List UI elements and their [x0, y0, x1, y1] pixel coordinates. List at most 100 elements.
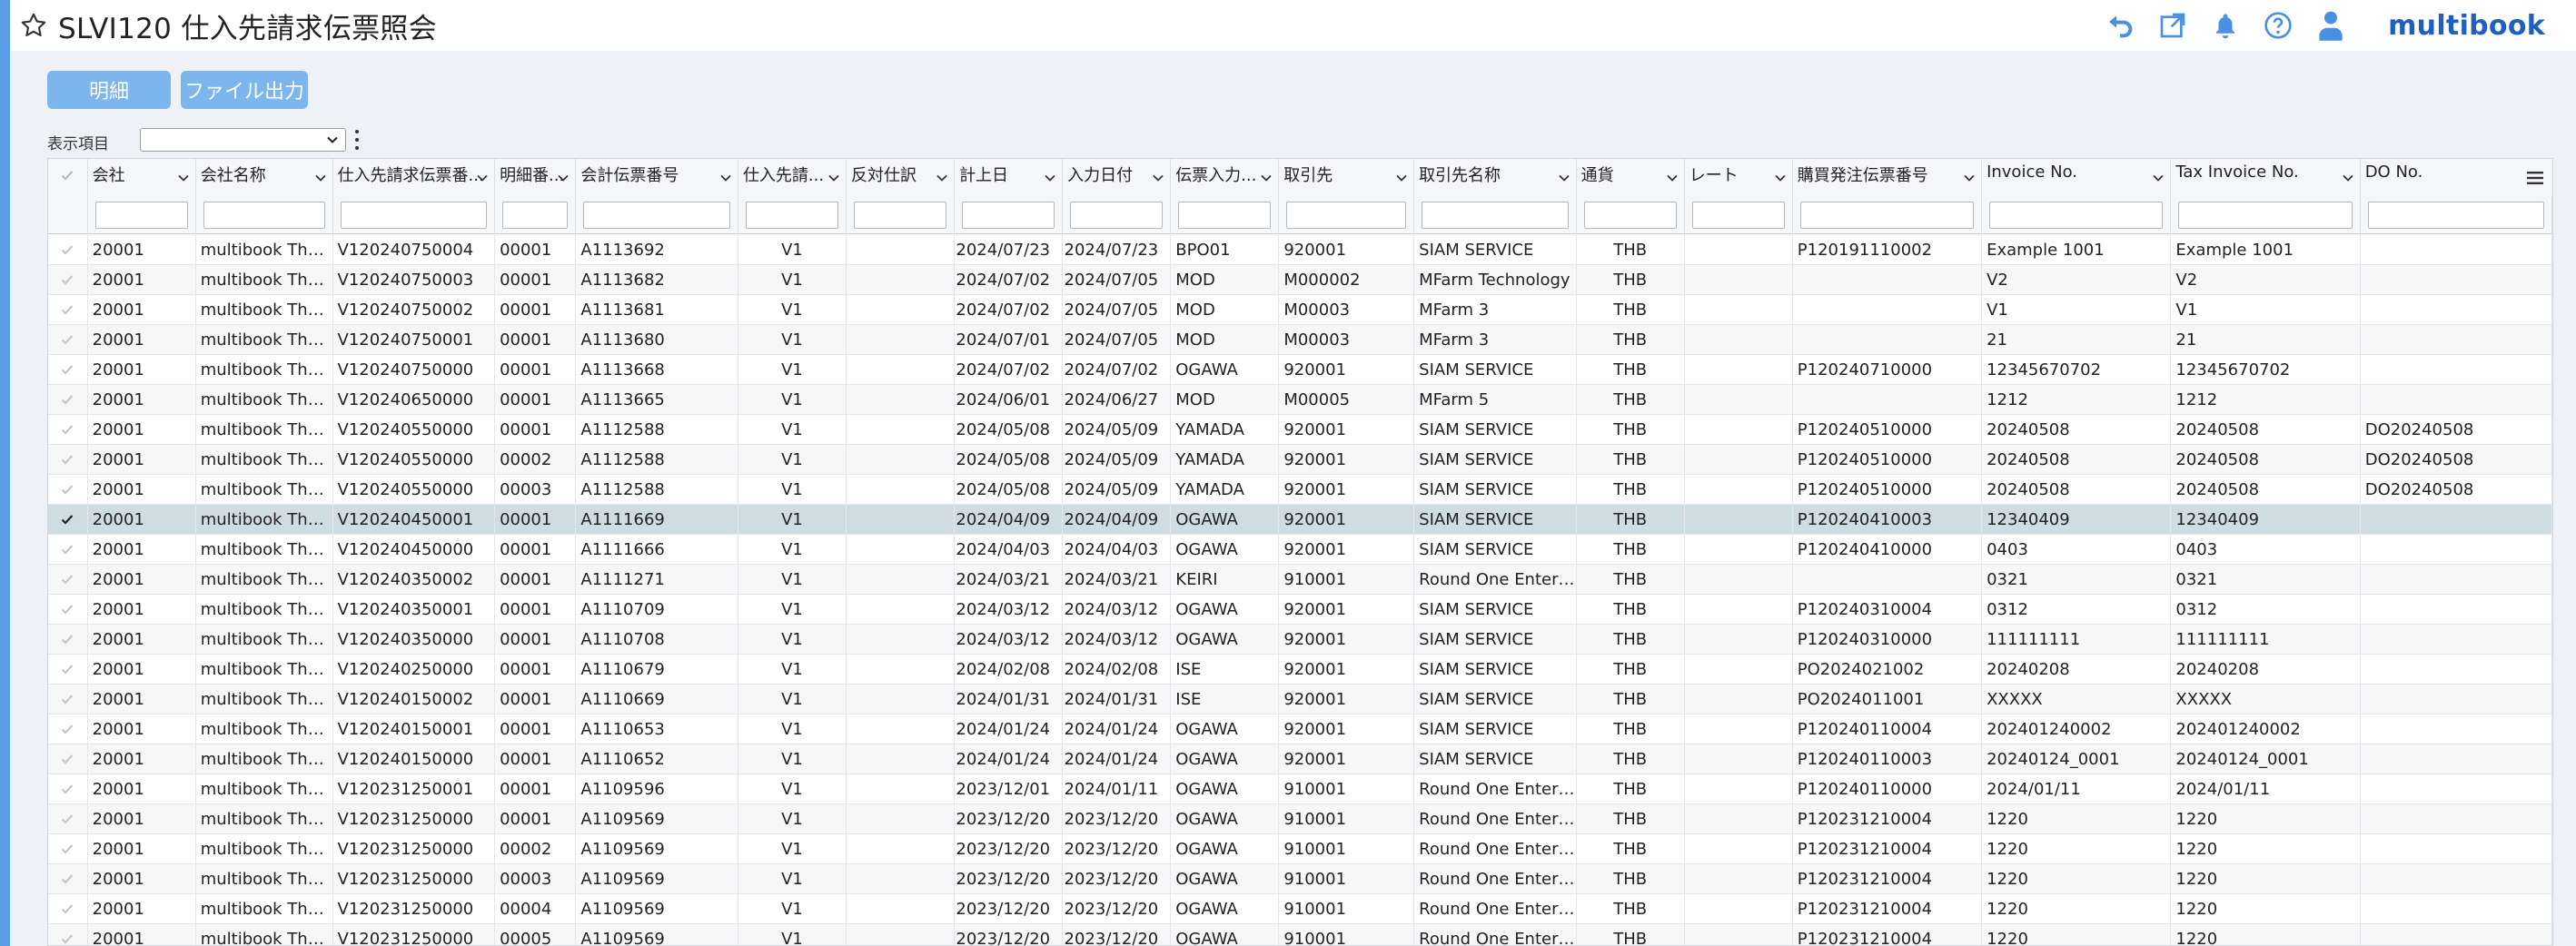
sort-chevron-icon[interactable] [1395, 170, 1408, 189]
filter-input-supplier_cat[interactable] [745, 202, 838, 229]
sort-chevron-icon[interactable] [177, 170, 190, 189]
table-row[interactable]: 20001 multibook Tha... V120240350002 00001 A… [48, 565, 2552, 595]
row-check-icon[interactable] [48, 355, 88, 384]
sort-chevron-icon[interactable] [2342, 170, 2354, 189]
row-check-icon[interactable] [48, 595, 88, 624]
table-row[interactable]: 20001 multibook Tha... V120240750003 00001 A… [48, 265, 2552, 295]
sort-chevron-icon[interactable] [1044, 170, 1056, 189]
column-header-inv[interactable]: Invoice No. [1982, 159, 2172, 196]
row-check-icon[interactable] [48, 475, 88, 504]
table-row[interactable]: 20001 multibook Tha... V120240450000 00001 A… [48, 535, 2552, 565]
filter-input-po_no[interactable] [1799, 202, 1974, 229]
row-check-icon[interactable] [48, 864, 88, 893]
table-row[interactable]: 20001 multibook Tha... V120240750000 00001 A… [48, 355, 2552, 385]
column-header-reverse[interactable]: 反対仕訳 [847, 159, 956, 196]
sort-chevron-icon[interactable] [1666, 170, 1679, 189]
column-header-partner[interactable]: 取引先 [1279, 159, 1415, 196]
row-check-icon[interactable] [48, 235, 88, 264]
table-row[interactable]: 20001 multibook Tha... V120240150002 00001 A… [48, 685, 2552, 714]
row-check-icon[interactable] [48, 505, 88, 534]
display-items-select[interactable] [140, 128, 346, 152]
column-header-line_no[interactable]: 明細番... [495, 159, 577, 196]
sort-chevron-icon[interactable] [936, 170, 948, 189]
row-check-icon[interactable] [48, 535, 88, 564]
column-header-entered_by[interactable]: 伝票入力... [1171, 159, 1280, 196]
sort-chevron-icon[interactable] [557, 170, 570, 189]
column-header-company_name[interactable]: 会社名称 [196, 159, 333, 196]
column-header-input_date[interactable]: 入力日付 [1063, 159, 1172, 196]
row-check-icon[interactable] [48, 385, 88, 414]
column-header-company[interactable]: 会社 [88, 159, 196, 196]
filter-input-line_no[interactable] [502, 202, 569, 229]
sort-chevron-icon[interactable] [2152, 170, 2165, 189]
column-header-currency[interactable]: 通貨 [1577, 159, 1685, 196]
column-header-chk[interactable] [48, 159, 88, 196]
row-check-icon[interactable] [48, 415, 88, 444]
back-icon[interactable] [2105, 10, 2135, 41]
row-check-icon[interactable] [48, 565, 88, 594]
table-row[interactable]: 20001 multibook Tha... V120240350000 00001 A… [48, 625, 2552, 655]
sort-chevron-icon[interactable] [827, 170, 840, 189]
sort-chevron-icon[interactable] [1152, 170, 1164, 189]
column-header-tax_inv[interactable]: Tax Invoice No. [2171, 159, 2361, 196]
sort-chevron-icon[interactable] [1558, 170, 1570, 189]
column-header-partner_name[interactable]: 取引先名称 [1414, 159, 1577, 196]
filter-input-partner[interactable] [1286, 202, 1406, 229]
row-check-icon[interactable] [48, 625, 88, 654]
column-header-supplier_cat[interactable]: 仕入先請... [738, 159, 847, 196]
table-row[interactable]: 20001 multibook Tha... V120231250001 00001 A… [48, 774, 2552, 804]
select-all-check-icon[interactable] [60, 168, 74, 187]
filter-input-company[interactable] [94, 202, 188, 229]
table-row[interactable]: 20001 multibook Tha... V120240350001 00001 A… [48, 595, 2552, 625]
filter-input-post_date[interactable] [962, 202, 1055, 229]
column-header-acct_no[interactable]: 会計伝票番号 [576, 159, 738, 196]
column-header-rate[interactable]: レート [1685, 159, 1793, 196]
table-row[interactable]: 20001 multibook Tha... V120231250000 00003 A… [48, 864, 2552, 894]
sort-chevron-icon[interactable] [1774, 170, 1787, 189]
row-check-icon[interactable] [48, 834, 88, 863]
filter-input-input_date[interactable] [1070, 202, 1164, 229]
filter-input-rate[interactable] [1691, 202, 1785, 229]
table-row[interactable]: 20001 multibook Tha... V120231250000 00001 A… [48, 804, 2552, 834]
filter-input-acct_no[interactable] [583, 202, 730, 229]
row-check-icon[interactable] [48, 445, 88, 474]
filter-input-do_no[interactable] [2367, 202, 2544, 229]
more-options-icon[interactable] [352, 128, 362, 152]
file-export-button[interactable]: ファイル出力 [181, 71, 308, 109]
sort-chevron-icon[interactable] [314, 170, 327, 189]
row-check-icon[interactable] [48, 894, 88, 923]
sort-chevron-icon[interactable] [476, 170, 489, 189]
open-external-icon[interactable] [2157, 10, 2188, 41]
row-check-icon[interactable] [48, 744, 88, 774]
table-row[interactable]: 20001 multibook Tha... V120240550000 00002 A… [48, 445, 2552, 475]
column-header-invoice_no[interactable]: 仕入先請求伝票番... [333, 159, 496, 196]
table-row[interactable]: 20001 multibook Tha... V120240550000 00001 A… [48, 415, 2552, 445]
filter-input-invoice_no[interactable] [340, 202, 488, 229]
table-row[interactable]: 20001 multibook Tha... V120231250000 00004 A… [48, 894, 2552, 924]
sort-chevron-icon[interactable] [1963, 170, 1976, 189]
filter-input-reverse[interactable] [854, 202, 947, 229]
filter-input-currency[interactable] [1583, 202, 1677, 229]
row-check-icon[interactable] [48, 685, 88, 714]
row-check-icon[interactable] [48, 804, 88, 833]
table-row[interactable]: 20001 multibook Tha... V120231250000 00002 A… [48, 834, 2552, 864]
help-icon[interactable] [2263, 10, 2294, 41]
table-row[interactable]: 20001 multibook Tha... V120240750004 00001 A… [48, 235, 2552, 265]
table-row[interactable]: 20001 multibook Tha... V120231250000 00005 A… [48, 924, 2552, 945]
table-row[interactable]: 20001 multibook Tha... V120240250000 00001 A… [48, 655, 2552, 685]
row-check-icon[interactable] [48, 774, 88, 803]
favorite-star-icon[interactable] [16, 8, 51, 43]
row-check-icon[interactable] [48, 295, 88, 324]
row-check-icon[interactable] [48, 714, 88, 744]
row-check-icon[interactable] [48, 924, 88, 945]
row-check-icon[interactable] [48, 655, 88, 684]
filter-input-tax_inv[interactable] [2178, 202, 2353, 229]
filter-input-inv[interactable] [1989, 202, 2164, 229]
detail-button[interactable]: 明細 [47, 71, 171, 109]
filter-input-company_name[interactable] [203, 202, 325, 229]
bell-icon[interactable] [2210, 10, 2241, 41]
sort-chevron-icon[interactable] [719, 170, 732, 189]
row-check-icon[interactable] [48, 265, 88, 294]
sort-chevron-icon[interactable] [1260, 170, 1273, 189]
user-icon[interactable] [2315, 10, 2346, 41]
